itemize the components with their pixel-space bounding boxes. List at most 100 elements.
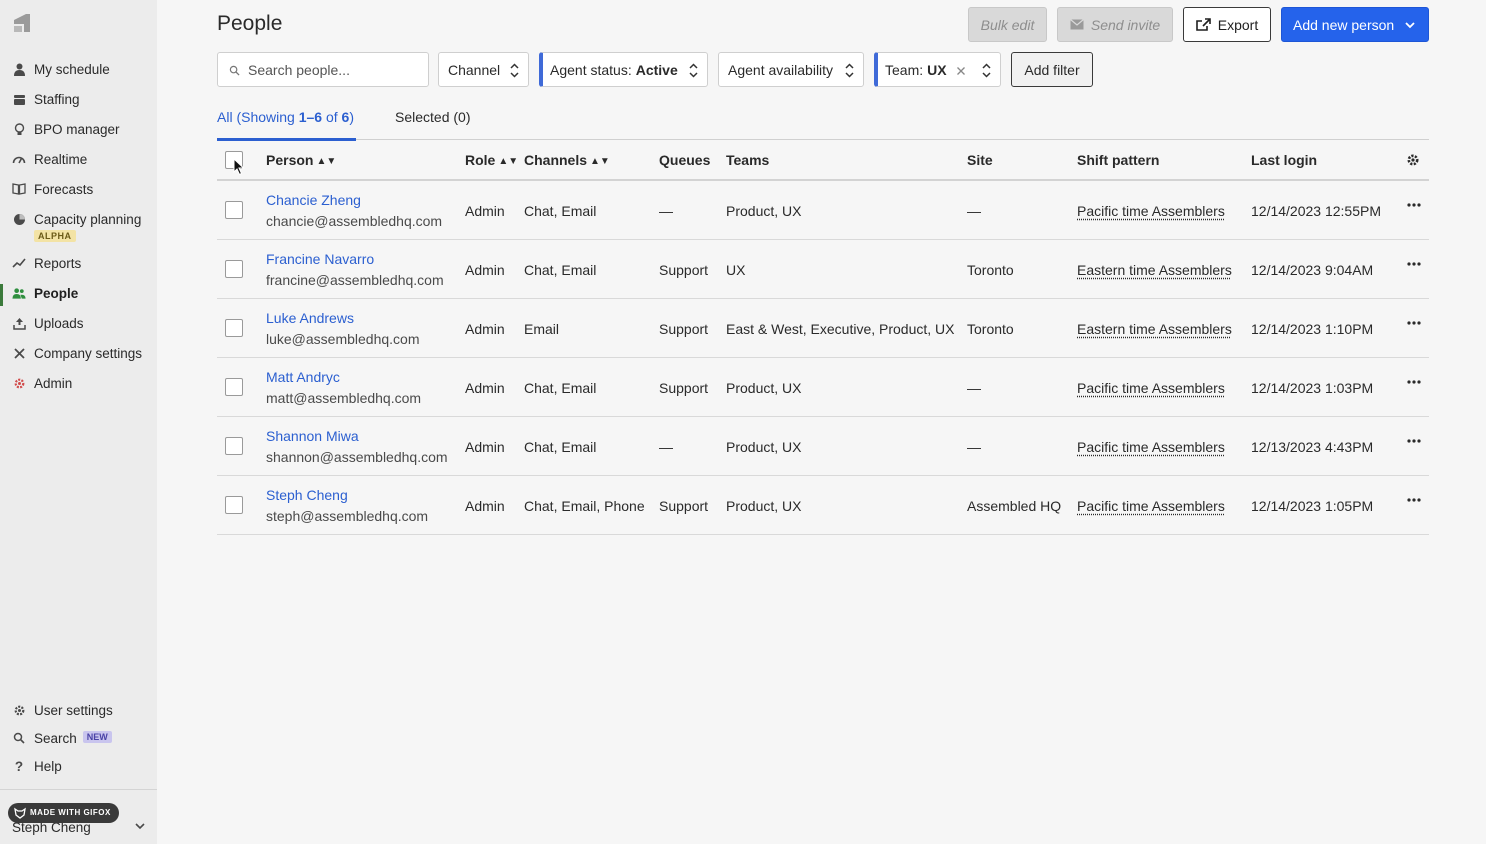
clear-filter-icon[interactable]: [956, 66, 966, 76]
tab-selected[interactable]: Selected (0): [395, 109, 470, 125]
more-options-icon[interactable]: [1407, 321, 1421, 325]
sort-icon: ▲▼: [316, 156, 337, 167]
sidebar-item-user-settings[interactable]: User settings: [0, 697, 157, 725]
more-options-icon[interactable]: [1407, 262, 1421, 266]
role-cell: Admin: [465, 262, 505, 278]
person-name-link[interactable]: Francine Navarro: [266, 251, 374, 267]
sidebar-item-company-settings[interactable]: Company settings: [0, 340, 157, 370]
agent-availability-filter[interactable]: Agent availability: [718, 52, 864, 87]
row-checkbox[interactable]: [225, 496, 243, 514]
sort-icon: ▲▼: [498, 156, 519, 167]
table-row[interactable]: Luke Andrews luke@assembledhq.com Admin Ema…: [217, 299, 1429, 358]
row-checkbox[interactable]: [225, 260, 243, 278]
channels-cell: Email: [524, 321, 560, 337]
tab-all[interactable]: All (Showing 1–6 of 6): [217, 109, 354, 125]
people-icon: [12, 286, 26, 300]
agent-status-filter[interactable]: Agent status: Active: [539, 52, 708, 87]
column-channels[interactable]: Channels ▲▼: [524, 152, 610, 168]
person-email: luke@assembledhq.com: [266, 331, 420, 347]
row-checkbox[interactable]: [225, 378, 243, 396]
sidebar-item-admin[interactable]: Admin: [0, 370, 157, 400]
team-filter[interactable]: Team: UX: [874, 52, 1001, 87]
role-cell: Admin: [465, 439, 505, 455]
sidebar-item-label: People: [34, 286, 79, 301]
column-person[interactable]: Person ▲▼: [266, 152, 336, 168]
sidebar-item-label: BPO manager: [34, 122, 120, 137]
team-filter-value: UX: [927, 61, 947, 78]
upload-icon: [12, 316, 26, 330]
person-name-link[interactable]: Matt Andryc: [266, 369, 340, 385]
teams-cell: Product, UX: [726, 498, 802, 514]
queues-cell: Support: [659, 321, 709, 337]
column-settings-gear-icon[interactable]: [1406, 153, 1420, 167]
sidebar-item-forecasts[interactable]: Forecasts: [0, 176, 157, 206]
site-cell: —: [967, 380, 981, 396]
shift-pattern-link[interactable]: Eastern time Assemblers: [1077, 262, 1232, 278]
shift-pattern-link[interactable]: Pacific time Assemblers: [1077, 498, 1225, 514]
row-checkbox[interactable]: [225, 319, 243, 337]
shift-pattern-link[interactable]: Eastern time Assemblers: [1077, 321, 1232, 337]
role-cell: Admin: [465, 203, 505, 219]
table-row[interactable]: Shannon Miwa shannon@assembledhq.com Admin…: [217, 417, 1429, 476]
more-options-icon[interactable]: [1407, 203, 1421, 207]
send-invite-label: Send invite: [1090, 16, 1161, 33]
admin-gear-icon: [12, 376, 26, 390]
envelope-icon: [1069, 19, 1084, 30]
sidebar-item-bpo-manager[interactable]: BPO manager: [0, 116, 157, 146]
sidebar-item-help[interactable]: ? Help: [0, 753, 157, 781]
table-row[interactable]: Matt Andryc matt@assembledhq.com Admin Chat…: [217, 358, 1429, 417]
help-icon: ?: [14, 758, 24, 774]
more-options-icon[interactable]: [1407, 498, 1421, 502]
role-cell: Admin: [465, 380, 505, 396]
table-row[interactable]: Chancie Zheng chancie@assembledhq.com Admi…: [217, 181, 1429, 240]
export-button[interactable]: Export: [1183, 7, 1271, 42]
channel-filter[interactable]: Channel: [438, 52, 529, 87]
more-options-icon[interactable]: [1407, 380, 1421, 384]
row-checkbox[interactable]: [225, 437, 243, 455]
channel-filter-label: Channel: [448, 61, 501, 78]
queues-cell: Support: [659, 498, 709, 514]
shift-pattern-link[interactable]: Pacific time Assemblers: [1077, 203, 1225, 219]
add-new-person-button[interactable]: Add new person: [1281, 7, 1429, 42]
agent-availability-label: Agent availability: [728, 61, 834, 78]
add-filter-button[interactable]: Add filter: [1011, 52, 1093, 87]
sidebar-item-search[interactable]: Search NEW: [0, 725, 157, 753]
table-row[interactable]: Steph Cheng steph@assembledhq.com Admin Cha…: [217, 476, 1429, 535]
last-login-cell: 12/14/2023 9:04AM: [1251, 262, 1374, 278]
tab-all-suffix: ): [349, 109, 354, 125]
chevron-down-icon[interactable]: [134, 820, 146, 832]
sidebar-item-staffing[interactable]: Staffing: [0, 86, 157, 116]
person-name-link[interactable]: Chancie Zheng: [266, 192, 361, 208]
chevron-down-icon: [1405, 22, 1415, 29]
last-login-cell: 12/14/2023 1:10PM: [1251, 321, 1374, 337]
sidebar-item-realtime[interactable]: Realtime: [0, 146, 157, 176]
add-new-person-label: Add new person: [1293, 16, 1395, 33]
table-row[interactable]: Francine Navarro francine@assembledhq.com…: [217, 240, 1429, 299]
row-checkbox[interactable]: [225, 201, 243, 219]
column-channels-label: Channels: [524, 152, 588, 168]
sidebar-item-my-schedule[interactable]: My schedule: [0, 56, 157, 86]
role-cell: Admin: [465, 498, 505, 514]
sidebar-item-capacity-planning[interactable]: Capacity planning ALPHA: [0, 206, 157, 250]
bulk-edit-button[interactable]: Bulk edit: [968, 7, 1047, 42]
column-role[interactable]: Role ▲▼: [465, 152, 518, 168]
person-email: steph@assembledhq.com: [266, 508, 429, 524]
tools-icon: [12, 346, 26, 360]
shift-pattern-link[interactable]: Pacific time Assemblers: [1077, 380, 1225, 396]
sidebar-item-reports[interactable]: Reports: [0, 250, 157, 280]
pie-icon: [12, 212, 26, 226]
person-name-link[interactable]: Luke Andrews: [266, 310, 354, 326]
person-name-link[interactable]: Steph Cheng: [266, 487, 348, 503]
site-cell: —: [967, 203, 981, 219]
search-input[interactable]: Search people...: [217, 52, 429, 87]
tab-all-mid: of: [322, 109, 342, 125]
table-header: Person ▲▼ Role ▲▼ Channels ▲▼ Queues Teams …: [217, 140, 1429, 181]
app-logo-icon[interactable]: [12, 12, 32, 34]
person-name-link[interactable]: Shannon Miwa: [266, 428, 359, 444]
person-icon: [12, 62, 26, 76]
sidebar-item-uploads[interactable]: Uploads: [0, 310, 157, 340]
sidebar-item-people[interactable]: People: [0, 280, 157, 310]
shift-pattern-link[interactable]: Pacific time Assemblers: [1077, 439, 1225, 455]
send-invite-button[interactable]: Send invite: [1057, 7, 1173, 42]
more-options-icon[interactable]: [1407, 439, 1421, 443]
